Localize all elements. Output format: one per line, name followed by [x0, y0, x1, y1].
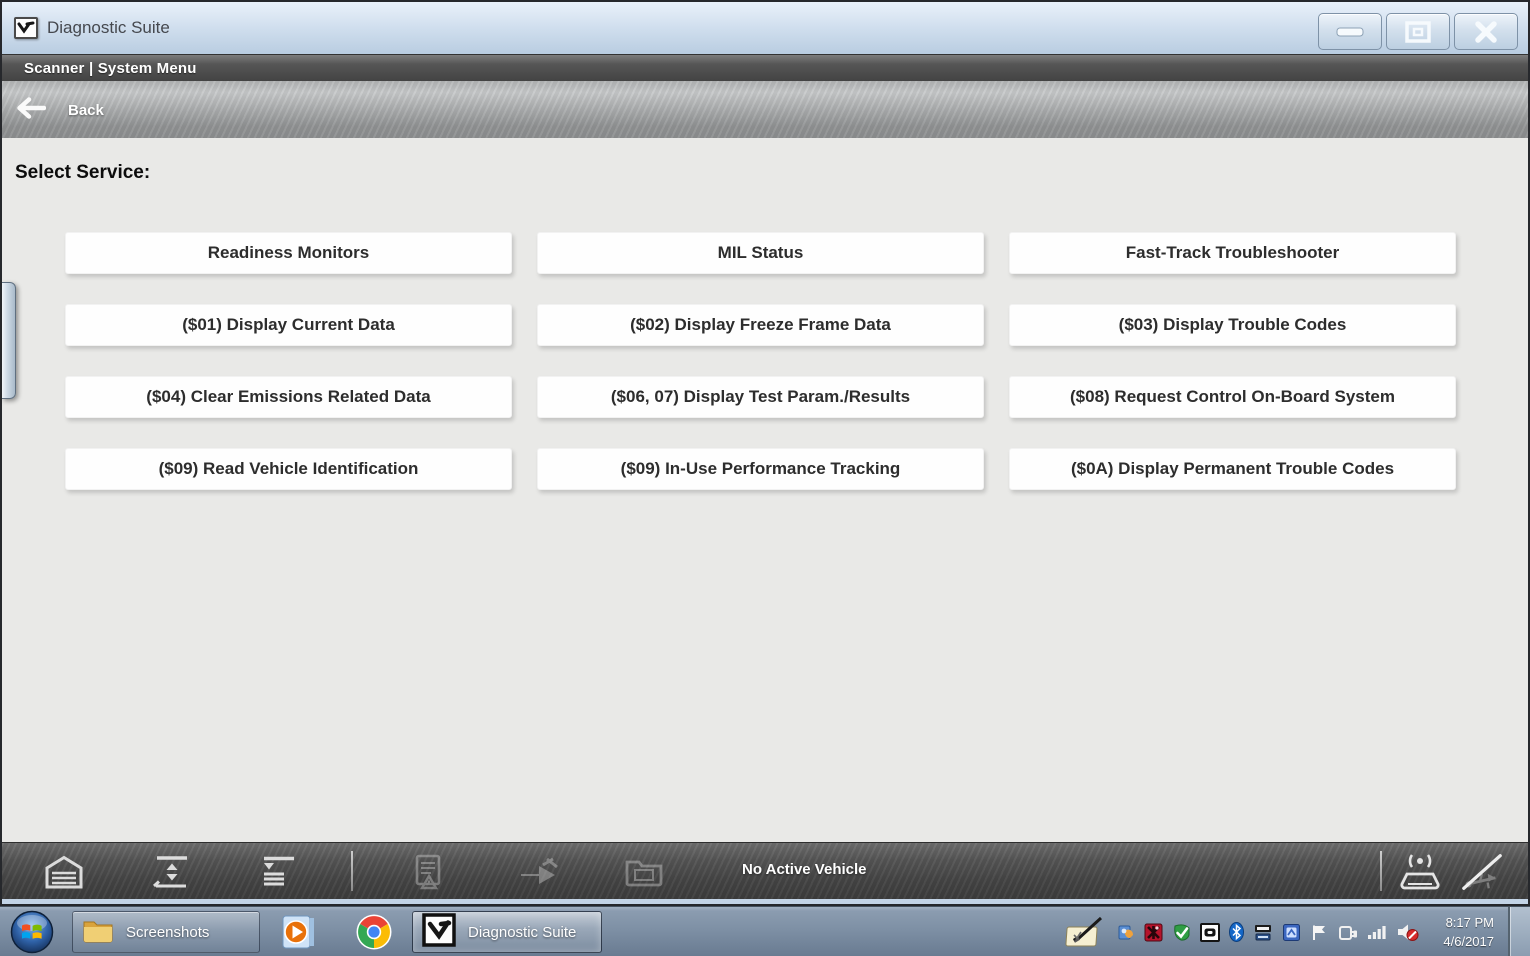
side-drawer-handle[interactable]	[2, 282, 16, 399]
service-button-request-control-on-board-system[interactable]: ($08) Request Control On-Board System	[1009, 376, 1456, 418]
window-controls	[1318, 13, 1518, 50]
scroll-updown-icon[interactable]	[149, 852, 195, 892]
action-center-flag-icon[interactable]	[1310, 923, 1329, 942]
chrome-icon[interactable]	[354, 913, 394, 951]
windows-taskbar: Screenshots	[0, 906, 1530, 956]
antivirus-check-icon[interactable]	[1172, 923, 1191, 942]
minimize-button[interactable]	[1318, 13, 1382, 50]
breadcrumb: Scanner | System Menu	[24, 60, 197, 77]
service-button-display-freeze-frame-data[interactable]: ($02) Display Freeze Frame Data	[537, 304, 984, 346]
active-vehicle-status: No Active Vehicle	[742, 861, 867, 878]
window-title: Diagnostic Suite	[47, 18, 170, 38]
nav-bar: Back	[2, 81, 1528, 138]
media-player-icon[interactable]	[278, 913, 318, 951]
saved-data-folder-icon[interactable]	[621, 852, 667, 892]
breadcrumb-bar: Scanner | System Menu	[2, 54, 1528, 81]
updater-icon[interactable]	[1117, 923, 1135, 941]
flash-icon[interactable]	[1144, 923, 1163, 942]
maximize-button[interactable]	[1386, 13, 1450, 50]
remove-hardware-icon[interactable]	[1338, 923, 1358, 942]
service-button-display-permanent-trouble-codes[interactable]: ($0A) Display Permanent Trouble Codes	[1009, 448, 1456, 490]
service-button-display-current-data[interactable]: ($01) Display Current Data	[65, 304, 512, 346]
start-button[interactable]	[10, 910, 54, 954]
back-arrow-icon	[14, 96, 46, 125]
display-icon[interactable]	[1253, 923, 1273, 942]
report-warning-icon[interactable]	[405, 852, 451, 892]
service-button-in-use-performance-tracking[interactable]: ($09) In-Use Performance Tracking	[537, 448, 984, 490]
service-grid: Readiness Monitors MIL Status Fast-Track…	[65, 232, 1528, 490]
garage-icon[interactable]	[41, 852, 87, 892]
folder-icon	[82, 917, 114, 948]
tablet-input-icon[interactable]	[1064, 915, 1108, 949]
diagnostic-suite-window: Diagnostic Suite Scanner | System Menu	[0, 0, 1530, 906]
system-tray	[1064, 907, 1420, 956]
main-content: Select Service: Readiness Monitors MIL S…	[2, 138, 1528, 842]
screen-capture-icon[interactable]	[1200, 923, 1220, 942]
back-button[interactable]: Back	[14, 90, 104, 130]
bluetooth-icon[interactable]	[1229, 922, 1244, 942]
network-signal-icon[interactable]	[1367, 923, 1387, 941]
diagnostic-suite-icon	[422, 913, 456, 952]
sort-list-icon[interactable]	[255, 852, 301, 892]
remote-app-icon[interactable]	[1282, 923, 1301, 942]
app-logo-icon	[14, 17, 38, 39]
taskbar-button-label: Diagnostic Suite	[468, 924, 576, 941]
close-button[interactable]	[1454, 13, 1518, 50]
toolbar-separator	[351, 851, 353, 891]
screen: Diagnostic Suite Scanner | System Menu	[0, 0, 1530, 956]
titlebar: Diagnostic Suite	[2, 2, 1528, 54]
volume-muted-icon[interactable]	[1396, 922, 1420, 942]
scanner-wireless-icon[interactable]	[1397, 852, 1443, 892]
service-button-display-trouble-codes[interactable]: ($03) Display Trouble Codes	[1009, 304, 1456, 346]
back-label: Back	[68, 102, 104, 119]
taskbar-clock[interactable]: 8:17 PM 4/6/2017	[1422, 913, 1494, 951]
service-button-readiness-monitors[interactable]: Readiness Monitors	[65, 232, 512, 274]
usb-disconnected-icon[interactable]	[1459, 852, 1505, 892]
bottom-toolbar: No Active Vehicle	[2, 842, 1528, 899]
taskbar-button-label: Screenshots	[126, 924, 209, 941]
service-button-fast-track-troubleshooter[interactable]: Fast-Track Troubleshooter	[1009, 232, 1456, 274]
clock-time: 8:17 PM	[1422, 913, 1494, 932]
service-button-mil-status[interactable]: MIL Status	[537, 232, 984, 274]
clock-date: 4/6/2017	[1422, 932, 1494, 951]
service-button-clear-emissions-related-data[interactable]: ($04) Clear Emissions Related Data	[65, 376, 512, 418]
service-button-display-test-param-results[interactable]: ($06, 07) Display Test Param./Results	[537, 376, 984, 418]
taskbar-button-screenshots[interactable]: Screenshots	[72, 911, 260, 953]
service-button-read-vehicle-identification[interactable]: ($09) Read Vehicle Identification	[65, 448, 512, 490]
toolbar-separator-right	[1380, 851, 1382, 891]
page-title: Select Service:	[15, 162, 1528, 184]
taskbar-button-diagnostic-suite[interactable]: Diagnostic Suite	[412, 911, 602, 953]
transfer-arrow-icon[interactable]	[515, 852, 561, 892]
show-desktop-button[interactable]	[1508, 907, 1530, 956]
